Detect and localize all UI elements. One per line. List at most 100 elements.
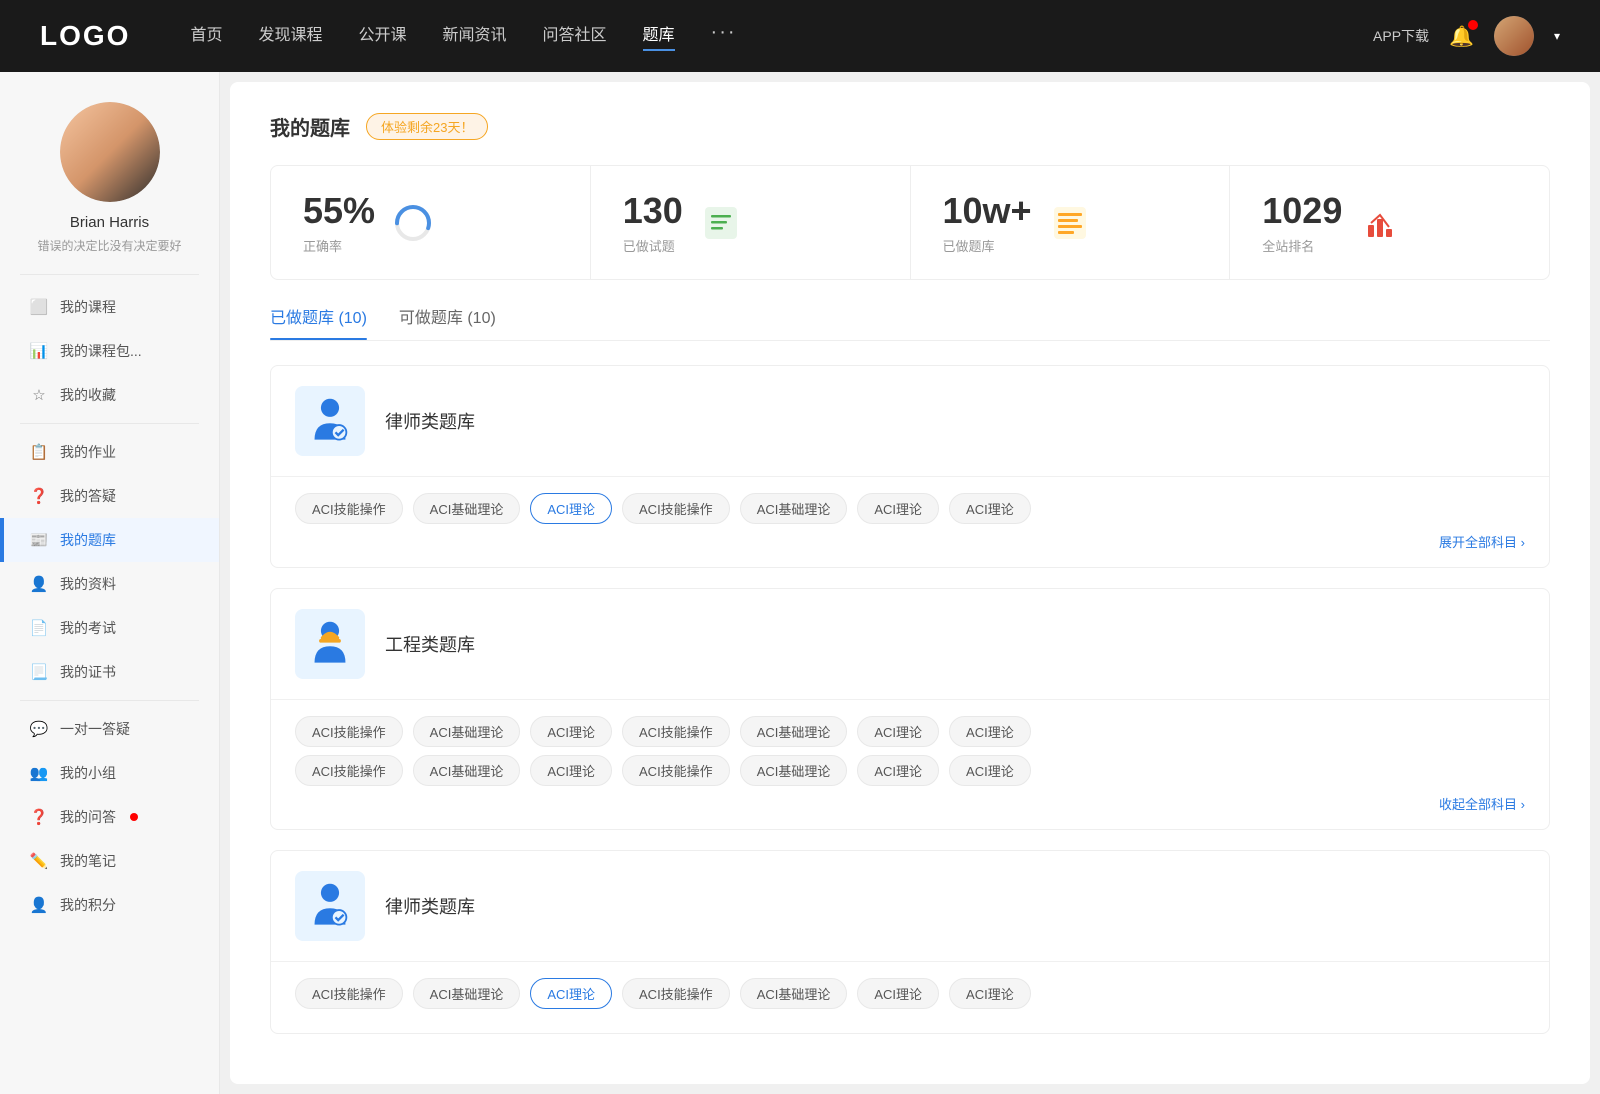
sidebar-item-label: 我的答疑: [60, 486, 116, 506]
tag-eng-7[interactable]: ACI理论: [949, 716, 1031, 747]
stat-rank: 1029 全站排名: [1230, 166, 1549, 279]
sidebar-divider-1: [20, 423, 199, 424]
logo: LOGO: [40, 20, 130, 52]
sidebar-item-materials[interactable]: 👤 我的资料: [0, 562, 219, 606]
tag-lawyer1-7[interactable]: ACI理论: [949, 493, 1031, 524]
nav-qbank[interactable]: 题库: [643, 21, 675, 51]
profile-name: Brian Harris: [70, 214, 149, 231]
sidebar-item-label: 我的收藏: [60, 385, 116, 405]
qbank-icon: 📰: [30, 531, 48, 549]
tag-lawyer1-3[interactable]: ACI理论: [530, 493, 612, 524]
nav-discover[interactable]: 发现课程: [258, 21, 322, 51]
tag-lawyer2-7[interactable]: ACI理论: [949, 978, 1031, 1009]
sidebar-item-questions[interactable]: ❓ 我的问答: [0, 795, 219, 839]
stat-rank-text: 1029 全站排名: [1262, 190, 1342, 255]
tag-eng-9[interactable]: ACI基础理论: [413, 755, 521, 786]
profile-section: Brian Harris 错误的决定比没有决定要好: [0, 102, 219, 254]
tag-lawyer2-3[interactable]: ACI理论: [530, 978, 612, 1009]
tabs-row: 已做题库 (10) 可做题库 (10): [270, 304, 1550, 341]
sidebar-item-label: 我的课程: [60, 297, 116, 317]
sidebar-item-homework[interactable]: 📋 我的作业: [0, 430, 219, 474]
sidebar-item-certificate[interactable]: 📃 我的证书: [0, 650, 219, 694]
sidebar-item-notes[interactable]: ✏️ 我的笔记: [0, 839, 219, 883]
sidebar-item-group[interactable]: 👥 我的小组: [0, 751, 219, 795]
stat-done-banks: 10w+ 已做题库: [911, 166, 1231, 279]
tag-eng-1[interactable]: ACI技能操作: [295, 716, 403, 747]
nav-links: 首页 发现课程 公开课 新闻资讯 问答社区 题库 ···: [190, 21, 1373, 51]
sidebar-item-favorites[interactable]: ☆ 我的收藏: [0, 373, 219, 417]
tag-eng-5[interactable]: ACI基础理论: [740, 716, 848, 747]
nav-news[interactable]: 新闻资讯: [443, 21, 507, 51]
tag-lawyer1-6[interactable]: ACI理论: [857, 493, 939, 524]
chevron-down-icon[interactable]: ▾: [1554, 29, 1560, 43]
tag-lawyer2-2[interactable]: ACI基础理论: [413, 978, 521, 1009]
stat-banks-label: 已做题库: [943, 236, 1032, 255]
tag-eng-11[interactable]: ACI技能操作: [622, 755, 730, 786]
sidebar-item-label: 我的考试: [60, 618, 116, 638]
qbank-card-lawyer-1: 律师类题库 ACI技能操作 ACI基础理论 ACI理论 ACI技能操作 ACI基…: [270, 365, 1550, 568]
profile-avatar: [60, 102, 160, 202]
lawyer-svg: [305, 396, 355, 446]
tag-eng-13[interactable]: ACI理论: [857, 755, 939, 786]
qbank-tags-engineer-row1: ACI技能操作 ACI基础理论 ACI理论 ACI技能操作 ACI基础理论 AC…: [295, 716, 1525, 747]
exam-icon: 📄: [30, 619, 48, 637]
profile-motto: 错误的决定比没有决定要好: [37, 237, 181, 254]
qbank-body-lawyer-2: ACI技能操作 ACI基础理论 ACI理论 ACI技能操作 ACI基础理论 AC…: [271, 962, 1549, 1033]
materials-icon: 👤: [30, 575, 48, 593]
qbank-icon-lawyer-1: [295, 386, 365, 456]
tag-eng-12[interactable]: ACI基础理论: [740, 755, 848, 786]
sidebar-divider-2: [20, 700, 199, 701]
profile-avatar-image: [60, 102, 160, 202]
stat-accuracy: 55% 正确率: [271, 166, 591, 279]
nav-open-course[interactable]: 公开课: [358, 21, 406, 51]
main-layout: Brian Harris 错误的决定比没有决定要好 ⬜ 我的课程 📊 我的课程包…: [0, 72, 1600, 1094]
tag-eng-4[interactable]: ACI技能操作: [622, 716, 730, 747]
sidebar-item-course-package[interactable]: 📊 我的课程包...: [0, 329, 219, 373]
rank-icon: [1358, 201, 1402, 245]
tag-eng-8[interactable]: ACI技能操作: [295, 755, 403, 786]
tag-eng-3[interactable]: ACI理论: [530, 716, 612, 747]
sidebar-item-exam[interactable]: 📄 我的考试: [0, 606, 219, 650]
sidebar-item-my-courses[interactable]: ⬜ 我的课程: [0, 285, 219, 329]
tag-eng-10[interactable]: ACI理论: [530, 755, 612, 786]
tag-eng-14[interactable]: ACI理论: [949, 755, 1031, 786]
tab-done-banks[interactable]: 已做题库 (10): [270, 304, 367, 340]
sidebar-item-1on1[interactable]: 💬 一对一答疑: [0, 707, 219, 751]
tag-lawyer2-6[interactable]: ACI理论: [857, 978, 939, 1009]
qbank-header-lawyer-2: 律师类题库: [271, 851, 1549, 962]
qbank-icon-lawyer-2: [295, 871, 365, 941]
qbank-card-engineer: 工程类题库 ACI技能操作 ACI基础理论 ACI理论 ACI技能操作 ACI基…: [270, 588, 1550, 830]
qbank-body-lawyer-1: ACI技能操作 ACI基础理论 ACI理论 ACI技能操作 ACI基础理论 AC…: [271, 477, 1549, 567]
nav-more[interactable]: ···: [711, 21, 737, 51]
sidebar-item-qbank[interactable]: 📰 我的题库: [0, 518, 219, 562]
nav-qa[interactable]: 问答社区: [543, 21, 607, 51]
course-package-icon: 📊: [30, 342, 48, 360]
qbank-body-engineer: ACI技能操作 ACI基础理论 ACI理论 ACI技能操作 ACI基础理论 AC…: [271, 700, 1549, 829]
tag-lawyer1-1[interactable]: ACI技能操作: [295, 493, 403, 524]
qbank-tags-lawyer-2: ACI技能操作 ACI基础理论 ACI理论 ACI技能操作 ACI基础理论 AC…: [295, 978, 1525, 1009]
tab-available-banks[interactable]: 可做题库 (10): [399, 304, 496, 340]
tag-lawyer1-5[interactable]: ACI基础理论: [740, 493, 848, 524]
nav-home[interactable]: 首页: [190, 21, 222, 51]
tag-lawyer2-4[interactable]: ACI技能操作: [622, 978, 730, 1009]
lawyer2-svg: [305, 881, 355, 931]
expand-lawyer-1[interactable]: 展开全部科目 ›: [295, 532, 1525, 551]
certificate-icon: 📃: [30, 663, 48, 681]
tag-lawyer2-1[interactable]: ACI技能操作: [295, 978, 403, 1009]
expand-engineer[interactable]: 收起全部科目 ›: [295, 794, 1525, 813]
app-download-btn[interactable]: APP下载: [1373, 26, 1429, 46]
sidebar-item-points[interactable]: 👤 我的积分: [0, 883, 219, 927]
course-icon: ⬜: [30, 298, 48, 316]
stat-banks-text: 10w+ 已做题库: [943, 190, 1032, 255]
stat-rank-value: 1029: [1262, 190, 1342, 232]
tag-lawyer1-2[interactable]: ACI基础理论: [413, 493, 521, 524]
tag-lawyer2-5[interactable]: ACI基础理论: [740, 978, 848, 1009]
avatar[interactable]: [1494, 16, 1534, 56]
sidebar-item-qa[interactable]: ❓ 我的答疑: [0, 474, 219, 518]
tag-lawyer1-4[interactable]: ACI技能操作: [622, 493, 730, 524]
tag-eng-2[interactable]: ACI基础理论: [413, 716, 521, 747]
notification-bell[interactable]: 🔔: [1449, 24, 1474, 49]
sidebar-item-label: 我的课程包...: [60, 341, 142, 361]
sidebar-divider-top: [20, 274, 199, 275]
tag-eng-6[interactable]: ACI理论: [857, 716, 939, 747]
